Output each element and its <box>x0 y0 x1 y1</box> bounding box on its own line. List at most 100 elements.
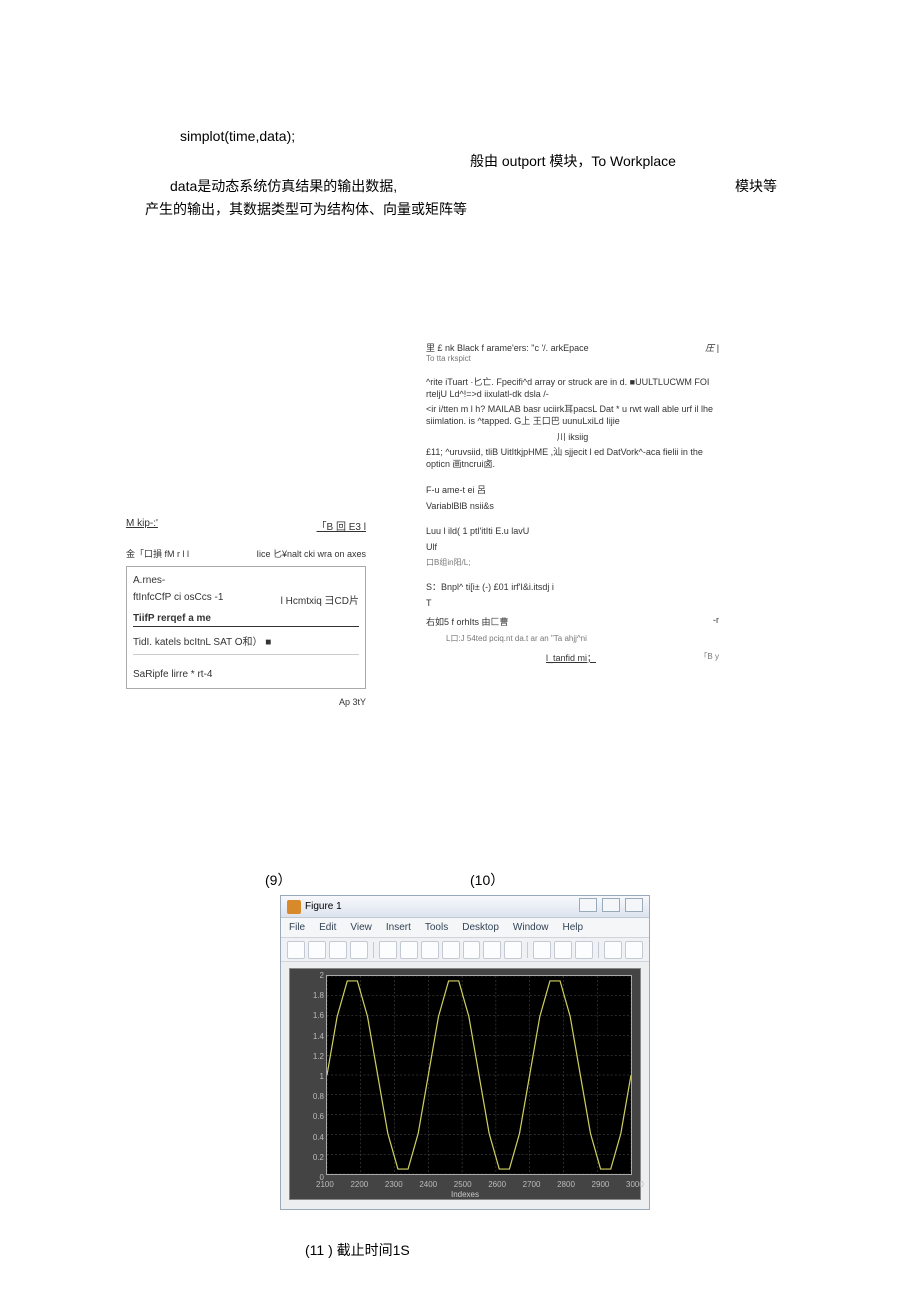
field-label: VariablBlB nsii&s <box>426 501 719 513</box>
panel-titlebar-icons: 「B 回 E3 l <box>317 518 366 533</box>
window-titlebar: Figure 1 <box>281 896 649 918</box>
checkbox-label: Iice 匕¥nalt cki wra on axes <box>256 547 366 560</box>
menu-window[interactable]: Window <box>513 922 549 933</box>
x-tick-label: 2200 <box>350 1180 368 1189</box>
link-icon[interactable] <box>575 941 593 959</box>
field-value: Ulf <box>426 542 719 554</box>
plot-svg <box>327 976 631 1174</box>
tab-label: 金「口損 fM r l l <box>126 547 189 560</box>
field-label: 右如5 f orhIts 由匚曹 <box>426 615 509 628</box>
menu-help[interactable]: Help <box>563 922 584 933</box>
menu-file[interactable]: File <box>289 922 305 933</box>
app-icon <box>287 900 301 914</box>
window-title: Figure 1 <box>305 901 342 912</box>
field-label: 口B组in阳/L; <box>426 558 719 568</box>
x-tick-label: 2600 <box>488 1180 506 1189</box>
section-label: F-u ame-t ei 呂 <box>426 485 719 497</box>
zoomout-icon[interactable] <box>421 941 439 959</box>
brush-icon[interactable] <box>504 941 522 959</box>
code-line: simplot(time,data); <box>180 125 295 147</box>
params-box: A.rnes- ftInfcCfP ci osCcs -1 l Hcmtxiq … <box>126 566 366 689</box>
figure-label-11: (11 ) 截止时间1S <box>305 1240 410 1260</box>
pointer-icon[interactable] <box>379 941 397 959</box>
button-label[interactable]: 「B y <box>699 651 719 664</box>
plot-axes <box>326 975 632 1175</box>
field-label: Luu l ild( 1 ptl'itIti E.u lavU <box>426 526 719 538</box>
block-params-panel: 里 £ nk Black f arame'ers: "c '/. arkEpac… <box>420 335 725 676</box>
x-tick-label: 2800 <box>557 1180 575 1189</box>
hide-icon[interactable] <box>604 941 622 959</box>
y-tick-label: 1.6 <box>296 1011 324 1020</box>
help-text: ^rite iTuart ·匕亡. Fpecifi^d array or str… <box>426 377 719 400</box>
plot-axes-frame: 00.20.40.60.811.21.41.61.82 210022002300… <box>289 968 641 1200</box>
x-tick-label: 2400 <box>419 1180 437 1189</box>
field-label: A.rnes- <box>133 575 359 586</box>
colorbar-icon[interactable] <box>533 941 551 959</box>
help-text: <ir i/tten m l h? MAILAB basr uciirk耳pac… <box>426 404 719 427</box>
open-icon[interactable] <box>308 941 326 959</box>
figure-label-10: (10） <box>470 870 504 890</box>
toolbar-sep <box>598 942 599 958</box>
menu-tools[interactable]: Tools <box>425 922 448 933</box>
field-label: ftInfcCfP ci osCcs -1 <box>133 592 223 607</box>
minimize-button[interactable] <box>579 898 597 912</box>
field-value: T <box>426 598 719 610</box>
help-text: 川 iksiig <box>426 432 719 444</box>
matlab-figure-window: Figure 1 File Edit View Insert Tools Des… <box>280 895 650 1210</box>
datacursor-icon[interactable] <box>483 941 501 959</box>
y-tick-label: 0.6 <box>296 1112 324 1121</box>
field-label: TidI. katels bcItnL SAT O和） ■ <box>133 633 359 648</box>
x-axis-label: Indexes <box>290 1190 640 1199</box>
button-label[interactable]: l_tanfid mi； <box>546 651 596 664</box>
panel-title: M kip-:' <box>126 518 158 533</box>
pan-icon[interactable] <box>442 941 460 959</box>
apply-button[interactable]: Ap 3tY <box>126 697 366 707</box>
rotate-icon[interactable] <box>463 941 481 959</box>
new-icon[interactable] <box>287 941 305 959</box>
y-tick-label: 1 <box>296 1072 324 1081</box>
paragraph-fragment: data是动态系统仿真结果的输出数据, <box>170 175 397 197</box>
toolbar-sep <box>373 942 374 958</box>
help-note: L口:J 54ted pciq.nt da.t ar an "Ta ahjj^n… <box>446 634 719 644</box>
save-icon[interactable] <box>329 941 347 959</box>
y-tick-label: 1.8 <box>296 991 324 1000</box>
menu-view[interactable]: View <box>350 922 372 933</box>
legend-icon[interactable] <box>554 941 572 959</box>
dialog-icon: 圧 | <box>705 341 719 354</box>
paragraph-fragment: 般由 outport 模块，To Workplace <box>470 150 676 172</box>
x-tick-label: 2100 <box>316 1180 334 1189</box>
print-icon[interactable] <box>350 941 368 959</box>
help-text: £11; ^uruvsiid, tliB UitItkjpHME ,汕 sjje… <box>426 447 719 470</box>
maximize-button[interactable] <box>602 898 620 912</box>
block-subtitle: To tta rkspict <box>426 354 719 363</box>
toolbar <box>281 938 649 962</box>
y-tick-label: 0.4 <box>296 1133 324 1142</box>
menu-desktop[interactable]: Desktop <box>462 922 499 933</box>
menu-edit[interactable]: Edit <box>319 922 336 933</box>
field-label: SaRipfe lirre * rt-4 <box>133 669 359 680</box>
menu-insert[interactable]: Insert <box>386 922 411 933</box>
x-tick-label: 2500 <box>454 1180 472 1189</box>
x-tick-label: 2700 <box>523 1180 541 1189</box>
dialog-title: 里 £ nk Black f arame'ers: "c '/. arkEpac… <box>426 341 589 354</box>
x-tick-label: 2300 <box>385 1180 403 1189</box>
figure-label-9: (9） <box>265 870 291 890</box>
zoomin-icon[interactable] <box>400 941 418 959</box>
scope-params-panel: M kip-:' 「B 回 E3 l 金「口損 fM r l l Iice 匕¥… <box>126 518 366 707</box>
paragraph-fragment: 模块等 <box>735 175 777 197</box>
close-button[interactable] <box>625 898 643 912</box>
y-tick-label: 2 <box>296 971 324 980</box>
y-tick-label: 1.4 <box>296 1032 324 1041</box>
section-header: TiifP rerqef a me <box>133 613 359 627</box>
x-tick-label: 3000 <box>626 1180 644 1189</box>
paragraph-fragment: 产生的输出，其数据类型可为结构体、向量或矩阵等 <box>145 198 467 220</box>
y-tick-label: 0.8 <box>296 1092 324 1101</box>
toolbar-sep <box>527 942 528 958</box>
dock-icon[interactable] <box>625 941 643 959</box>
y-tick-label: 0.2 <box>296 1153 324 1162</box>
field-label: S：Bnpl^ ti[i± (-) £01 irf'I&i.itsdj i <box>426 582 719 594</box>
y-tick-label: 1.2 <box>296 1052 324 1061</box>
divider <box>133 654 359 655</box>
field-value: -r <box>713 615 719 628</box>
x-tick-label: 2900 <box>592 1180 610 1189</box>
